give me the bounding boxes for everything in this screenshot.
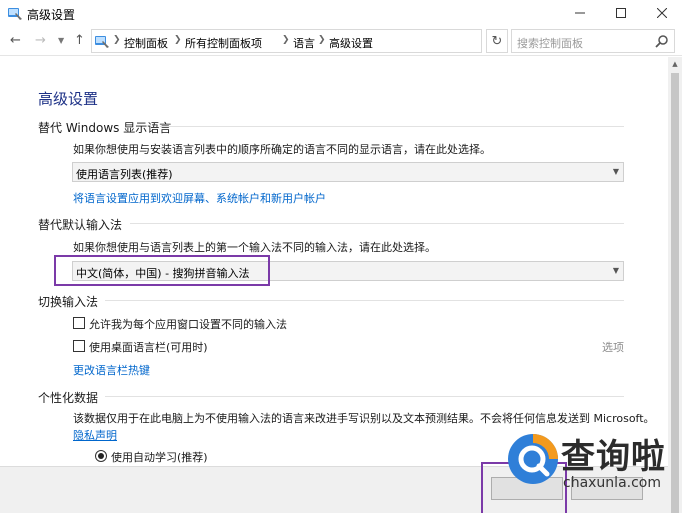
personalization-description: 该数据仅用于在此电脑上为不使用输入法的语言来改进手写识别以及文本预测结果。不会将… (73, 412, 655, 425)
language-bar-checkbox[interactable] (73, 340, 85, 352)
control-panel-icon (95, 36, 109, 48)
chevron-right-icon: ❯ (174, 35, 182, 45)
chevron-down-icon: ▼ (612, 266, 619, 275)
breadcrumb-item[interactable]: 所有控制面板项 (185, 35, 262, 51)
search-placeholder: 搜索控制面板 (517, 37, 583, 50)
search-icon (655, 35, 668, 48)
watermark-logo-icon (508, 434, 558, 484)
watermark-subtext: chaxunla.com (563, 475, 661, 491)
breadcrumb-item[interactable]: 语言 (293, 35, 315, 51)
chevron-right-icon: ❯ (318, 35, 326, 45)
language-bar-label[interactable]: 使用桌面语言栏(可用时) (89, 339, 208, 355)
privacy-statement-link[interactable]: 隐私声明 (73, 427, 117, 443)
close-button[interactable] (642, 0, 682, 26)
per-app-input-label[interactable]: 允许我为每个应用窗口设置不同的输入法 (89, 316, 287, 332)
display-language-description: 如果你想使用与安装语言列表中的顺序所确定的语言不同的显示语言，请在此处选择。 (73, 143, 491, 156)
display-language-dropdown[interactable]: 使用语言列表(推荐) ▼ (72, 162, 624, 182)
recent-locations-icon[interactable]: ▼ (58, 36, 64, 45)
page-title: 高级设置 (38, 90, 99, 108)
section-heading-personalization: 个性化数据 (38, 391, 99, 405)
section-heading-input-method: 替代默认输入法 (38, 218, 123, 232)
maximize-icon (616, 8, 626, 18)
refresh-button[interactable]: ↻ (486, 29, 508, 53)
options-link[interactable]: 选项 (602, 339, 624, 355)
section-heading-switch-input: 切换输入法 (38, 295, 99, 309)
dropdown-value: 使用语言列表(推荐) (76, 168, 173, 181)
auto-learning-radio[interactable] (95, 450, 107, 462)
breadcrumb[interactable]: ❯ 控制面板 ❯ 所有控制面板项 ❯ 语言 ❯ 高级设置 ▼ (91, 29, 561, 53)
auto-learning-label[interactable]: 使用自动学习(推荐) (111, 449, 208, 465)
watermark: 查询啦 chaxunla.com (505, 427, 671, 503)
per-app-input-checkbox[interactable] (73, 317, 85, 329)
back-arrow-icon[interactable]: ← (10, 33, 21, 48)
minimize-button[interactable] (560, 0, 600, 26)
breadcrumb-item[interactable]: 高级设置 (329, 35, 373, 51)
section-heading-display-language: 替代 Windows 显示语言 (38, 121, 172, 135)
window-title: 高级设置 (27, 8, 76, 22)
search-input[interactable]: 搜索控制面板 (511, 29, 675, 53)
chevron-down-icon: ▼ (612, 167, 619, 176)
watermark-text: 查询啦 (561, 437, 666, 477)
forward-arrow-icon[interactable]: → (35, 33, 46, 48)
refresh-icon: ↻ (491, 33, 503, 49)
up-arrow-icon[interactable]: ↑ (74, 33, 85, 48)
divider (130, 223, 624, 224)
chevron-right-icon: ❯ (113, 35, 121, 45)
divider (105, 396, 624, 397)
chevron-right-icon: ❯ (282, 35, 290, 45)
divider (160, 126, 624, 127)
breadcrumb-item[interactable]: 控制面板 (124, 35, 168, 51)
language-bar-hotkeys-link[interactable]: 更改语言栏热键 (73, 362, 150, 378)
input-method-description: 如果你想使用与语言列表上的第一个输入法不同的输入法，请在此处选择。 (73, 241, 436, 254)
minimize-icon (575, 12, 585, 14)
maximize-button[interactable] (601, 0, 641, 26)
address-bar: ← → ▼ ↑ ❯ 控制面板 ❯ 所有控制面板项 ❯ 语言 ❯ 高级设置 ▼ ↻… (0, 26, 682, 56)
annotation-highlight-box (54, 255, 270, 286)
scroll-up-icon[interactable]: ▲ (668, 57, 682, 71)
control-panel-icon (8, 8, 22, 20)
apply-settings-link[interactable]: 将语言设置应用到欢迎屏幕、系统帐户和新用户帐户 (73, 190, 326, 206)
scroll-thumb[interactable] (671, 73, 679, 513)
title-bar: 高级设置 (0, 0, 682, 26)
close-icon (657, 8, 667, 18)
divider (105, 300, 624, 301)
